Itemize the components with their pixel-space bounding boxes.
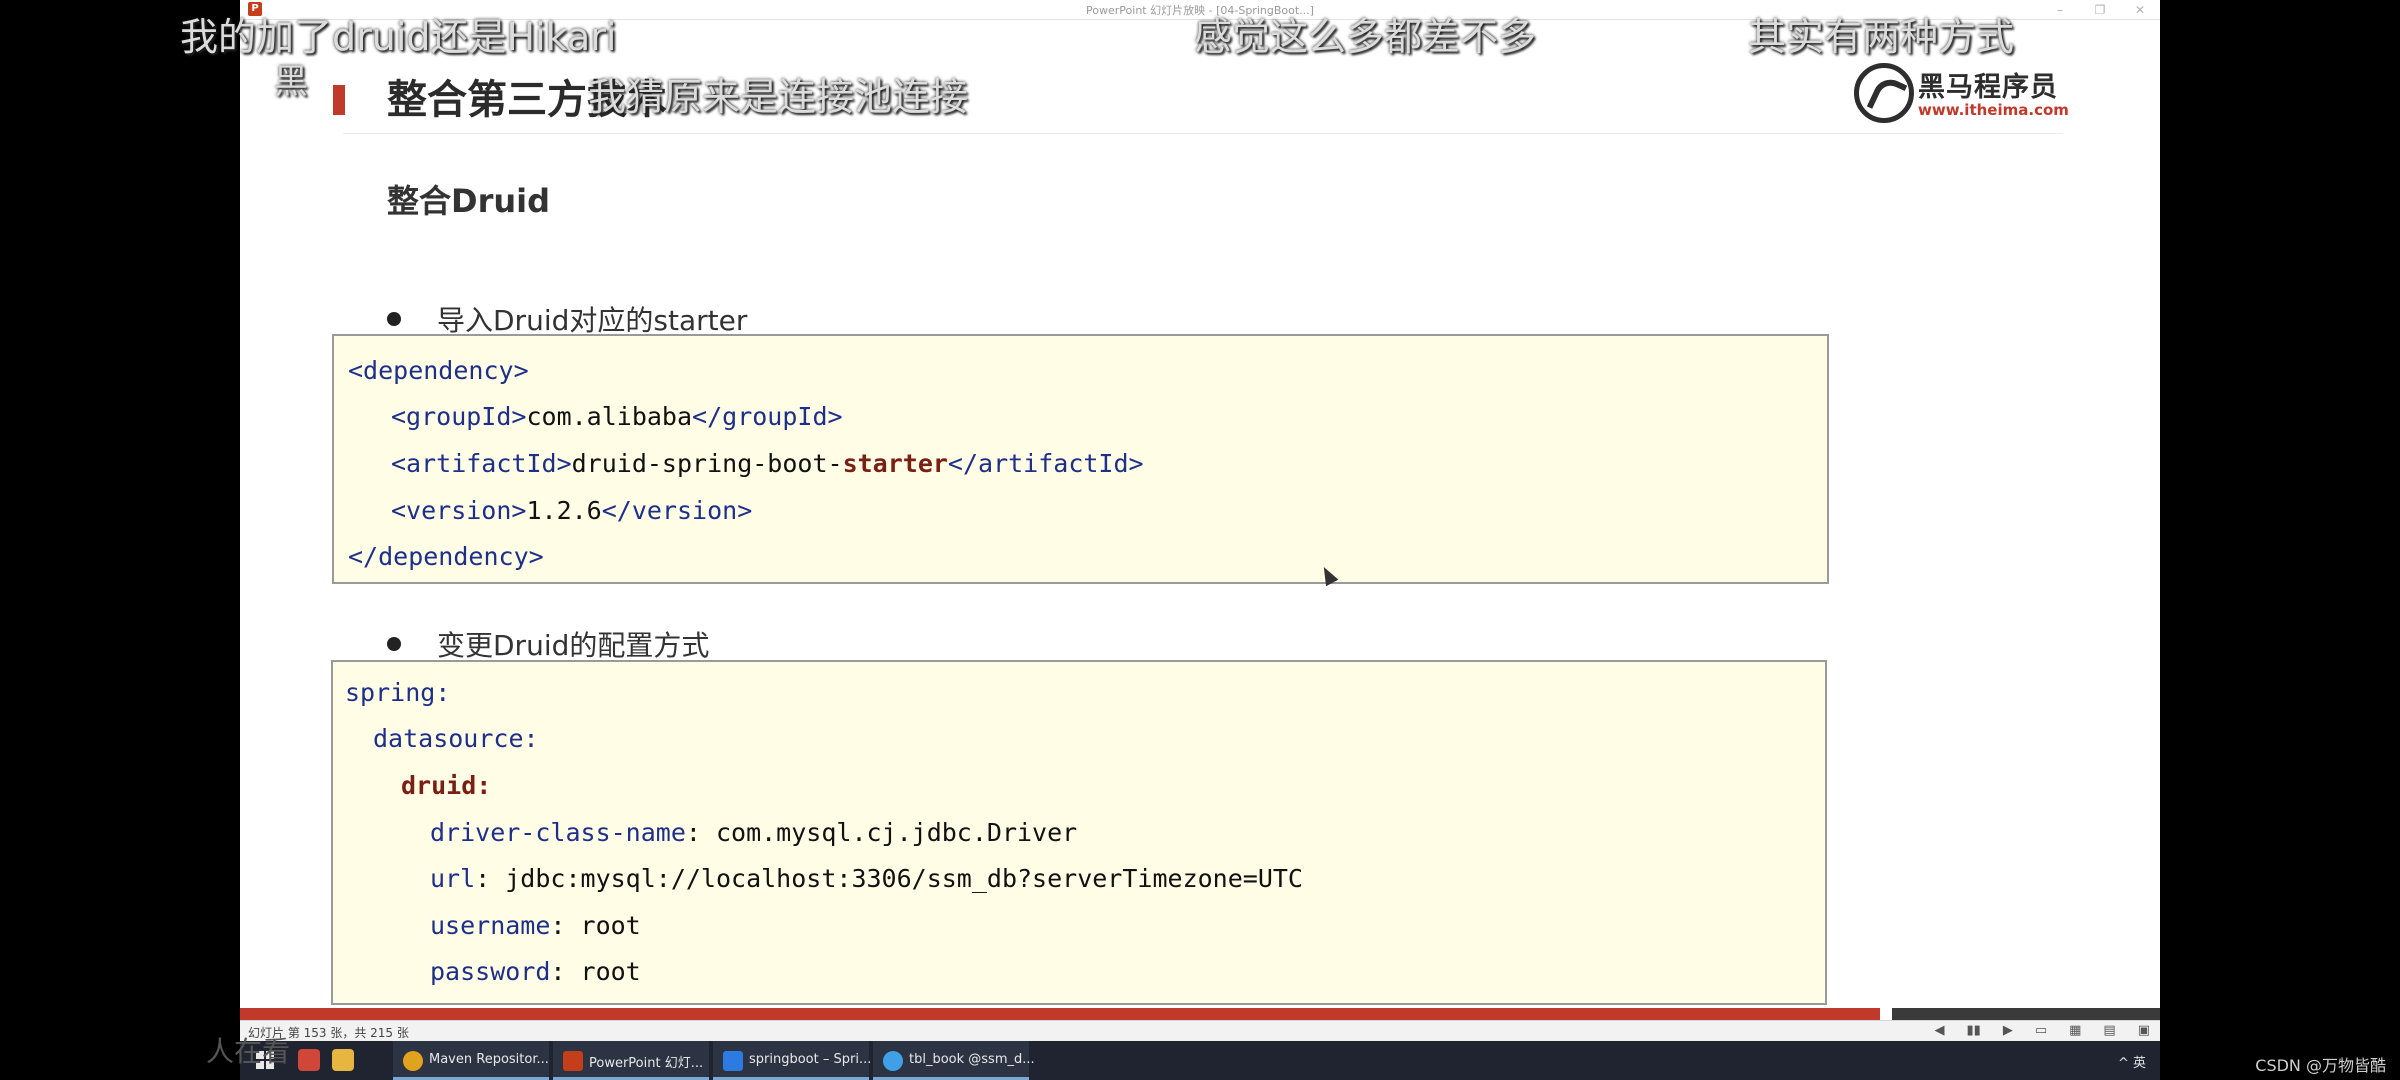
subtitle-top-left: 我的加了druid还是Hikari [180,15,617,59]
brand-logo: 黑马程序员 www.itheima.com [1854,59,2069,129]
subtitle-top-right: 其实有两种方式 [1748,15,2015,59]
code-line: password: root [430,957,641,986]
code-line: spring: [345,678,451,707]
slide-sorter-icon[interactable]: ▦ [2069,1023,2081,1038]
next-icon[interactable]: ▶ [2003,1023,2013,1038]
file-explorer-icon[interactable] [332,1049,354,1071]
code-line: url: jdbc:mysql://localhost:3306/ssm_db?… [430,864,1303,893]
maximize-button[interactable]: ❐ [2080,0,2120,20]
header-divider [343,133,2063,134]
slide-progress-fill [240,1008,1880,1020]
taskbar: Maven Repositor... PowerPoint 幻灯... spri… [240,1041,2160,1080]
section-heading: 整合Druid [387,182,551,220]
view-controls: ◀ ▮▮ ▶ ▭ ▦ ▤ ▣ [1935,1023,2151,1038]
subtitle-left-char: 黑 [274,62,308,102]
bullet-label: 导入Druid对应的starter [437,304,748,337]
database-icon [883,1051,903,1071]
status-bar: 幻灯片 第 153 张，共 215 张 ◀ ▮▮ ▶ ▭ ▦ ▤ ▣ [240,1020,2160,1041]
close-button[interactable]: ✕ [2120,0,2160,20]
powerpoint-icon [563,1051,583,1071]
intellij-icon [723,1051,743,1071]
code-line: <artifactId>druid-spring-boot-starter</a… [391,449,1144,478]
normal-view-icon[interactable]: ▭ [2035,1023,2047,1038]
minimize-button[interactable]: – [2040,0,2080,20]
code-line: <groupId>com.alibaba</groupId> [391,402,843,431]
code-line: druid: [401,771,492,800]
brand-url: www.itheima.com [1918,101,2069,119]
watermark: CSDN @万物皆酷 [2255,1056,2386,1075]
subtitle-mid: 我猜原来是连接池连接 [588,75,969,119]
slideshow-icon[interactable]: ▣ [2138,1023,2150,1038]
code-line: <version>1.2.6</version> [391,496,753,525]
reading-view-icon[interactable]: ▤ [2103,1023,2115,1038]
code-line: <dependency> [348,356,529,385]
pause-icon[interactable]: ▮▮ [1967,1023,1981,1038]
code-line: datasource: [373,724,539,753]
subtitle-top-center: 感觉这么多都差不多 [1194,15,1537,59]
bullet-dot-icon [387,637,401,651]
chrome-icon [403,1051,423,1071]
code-line: </dependency> [348,542,544,571]
taskbar-item-intellij[interactable]: springboot – Spri... [713,1041,871,1080]
maven-code-block: <dependency> <groupId>com.alibaba</group… [332,334,1829,584]
horse-logo-icon [1854,63,1914,123]
taskbar-item-database[interactable]: tbl_book @ssm_d... [873,1041,1035,1080]
progress-end-segment [1892,1008,2160,1020]
powerpoint-window: P PowerPoint 幻灯片放映 - [04-SpringBoot...] … [240,0,2160,1041]
bullet-label: 变更Druid的配置方式 [437,629,710,662]
viewer-count-text: 人在看 [206,1035,291,1068]
prev-icon[interactable]: ◀ [1935,1023,1945,1038]
code-line: driver-class-name: com.mysql.cj.jdbc.Dri… [430,818,1078,847]
code-line: username: root [430,911,641,940]
slide-canvas[interactable]: 整合第三方技术 黑马程序员 www.itheima.com 整合Druid 导入… [315,21,2085,1007]
taskbar-item-powerpoint[interactable]: PowerPoint 幻灯... [553,1041,709,1080]
app-grid-icon[interactable] [298,1049,320,1071]
brand-name: 黑马程序员 [1918,72,2058,103]
taskbar-item-maven[interactable]: Maven Repositor... [393,1041,549,1080]
yaml-code-block: spring: datasource: druid: driver-class-… [331,660,1827,1005]
title-accent-bar [333,85,345,115]
system-tray[interactable]: ^ 英 [2118,1052,2146,1071]
bullet-dot-icon [387,312,401,326]
bullet-item: 变更Druid的配置方式 [387,624,709,664]
bullet-item: 导入Druid对应的starter [387,299,747,339]
